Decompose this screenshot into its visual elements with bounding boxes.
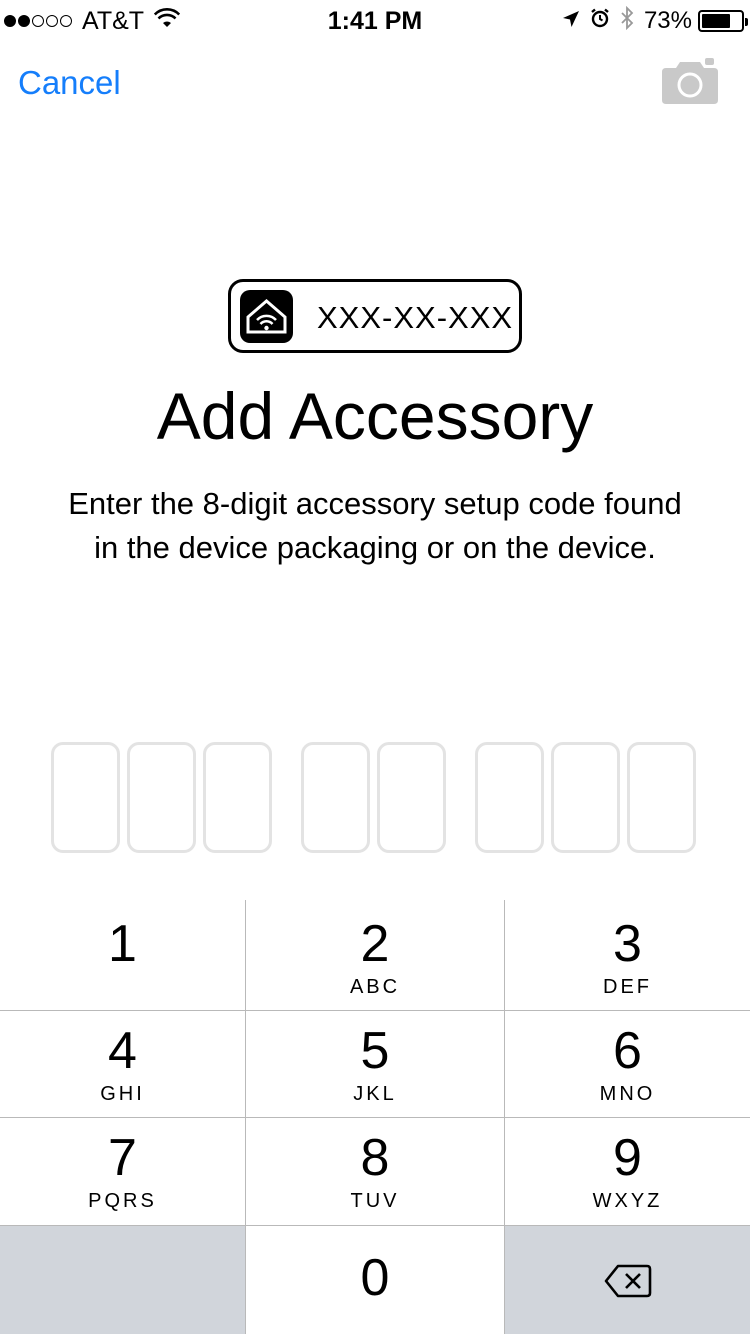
- key-8[interactable]: 8 TUV: [246, 1118, 504, 1225]
- status-bar: AT&T 1:41 PM 73%: [0, 0, 750, 40]
- key-number: 9: [613, 1129, 642, 1187]
- alarm-icon: [590, 7, 610, 35]
- key-4[interactable]: 4 GHI: [0, 1011, 245, 1117]
- key-letters: DEF: [603, 976, 652, 998]
- battery-percent: 73%: [643, 7, 692, 34]
- keypad-divider: [0, 1117, 750, 1118]
- delete-button[interactable]: [505, 1226, 750, 1334]
- key-number: 3: [613, 915, 642, 973]
- key-1[interactable]: 1: [0, 900, 245, 1010]
- code-digit-slot[interactable]: [301, 742, 370, 853]
- key-0[interactable]: 0: [246, 1226, 504, 1334]
- keypad-divider: [0, 1010, 750, 1011]
- backspace-icon: [604, 1264, 652, 1303]
- cancel-button[interactable]: Cancel: [18, 64, 121, 102]
- battery-icon: [698, 10, 748, 32]
- key-number: 0: [360, 1249, 390, 1307]
- key-letters: TUV: [350, 1190, 400, 1212]
- code-digit-slot[interactable]: [127, 742, 196, 853]
- key-5[interactable]: 5 JKL: [246, 1011, 504, 1117]
- key-2[interactable]: 2 ABC: [246, 900, 504, 1010]
- homekit-icon: [240, 290, 293, 343]
- blank-key: [0, 1226, 245, 1334]
- numeric-keypad: 1 2 ABC 3 DEF 4 GHI 5 JKL 6 MNO 7 PQRS 8…: [0, 900, 750, 1334]
- code-digit-slot[interactable]: [203, 742, 272, 853]
- keypad-divider: [0, 1225, 750, 1226]
- code-digit-slot[interactable]: [475, 742, 544, 853]
- setup-code-placeholder: XXX-XX-XXX: [317, 300, 514, 335]
- camera-icon[interactable]: [662, 58, 718, 109]
- code-digit-slot[interactable]: [51, 742, 120, 853]
- key-number: 7: [108, 1129, 137, 1187]
- key-letters: ABC: [349, 976, 401, 998]
- setup-code-label: XXX-XX-XXX: [228, 279, 522, 353]
- code-digit-slot[interactable]: [377, 742, 446, 853]
- key-number: 2: [360, 915, 390, 973]
- instructions-text: Enter the 8-digit accessory setup code f…: [68, 486, 682, 565]
- key-3[interactable]: 3 DEF: [505, 900, 750, 1010]
- key-letters: JKL: [353, 1083, 397, 1105]
- key-number: 8: [360, 1129, 390, 1187]
- key-letters: WXYZ: [592, 1190, 663, 1212]
- code-digit-slot[interactable]: [551, 742, 620, 853]
- key-number: 1: [108, 915, 137, 973]
- bluetooth-icon: [620, 5, 634, 37]
- location-arrow-icon: [562, 7, 580, 35]
- key-9[interactable]: 9 WXYZ: [505, 1118, 750, 1225]
- page-title: Add Accessory: [156, 379, 594, 453]
- key-7[interactable]: 7 PQRS: [0, 1118, 245, 1225]
- key-6[interactable]: 6 MNO: [505, 1011, 750, 1117]
- key-letters: MNO: [599, 1083, 656, 1105]
- key-number: 6: [613, 1022, 642, 1080]
- key-letters: GHI: [100, 1083, 145, 1105]
- code-digit-slot[interactable]: [627, 742, 696, 853]
- key-letters: PQRS: [88, 1190, 157, 1212]
- key-number: 4: [108, 1022, 137, 1080]
- key-number: 5: [360, 1022, 390, 1080]
